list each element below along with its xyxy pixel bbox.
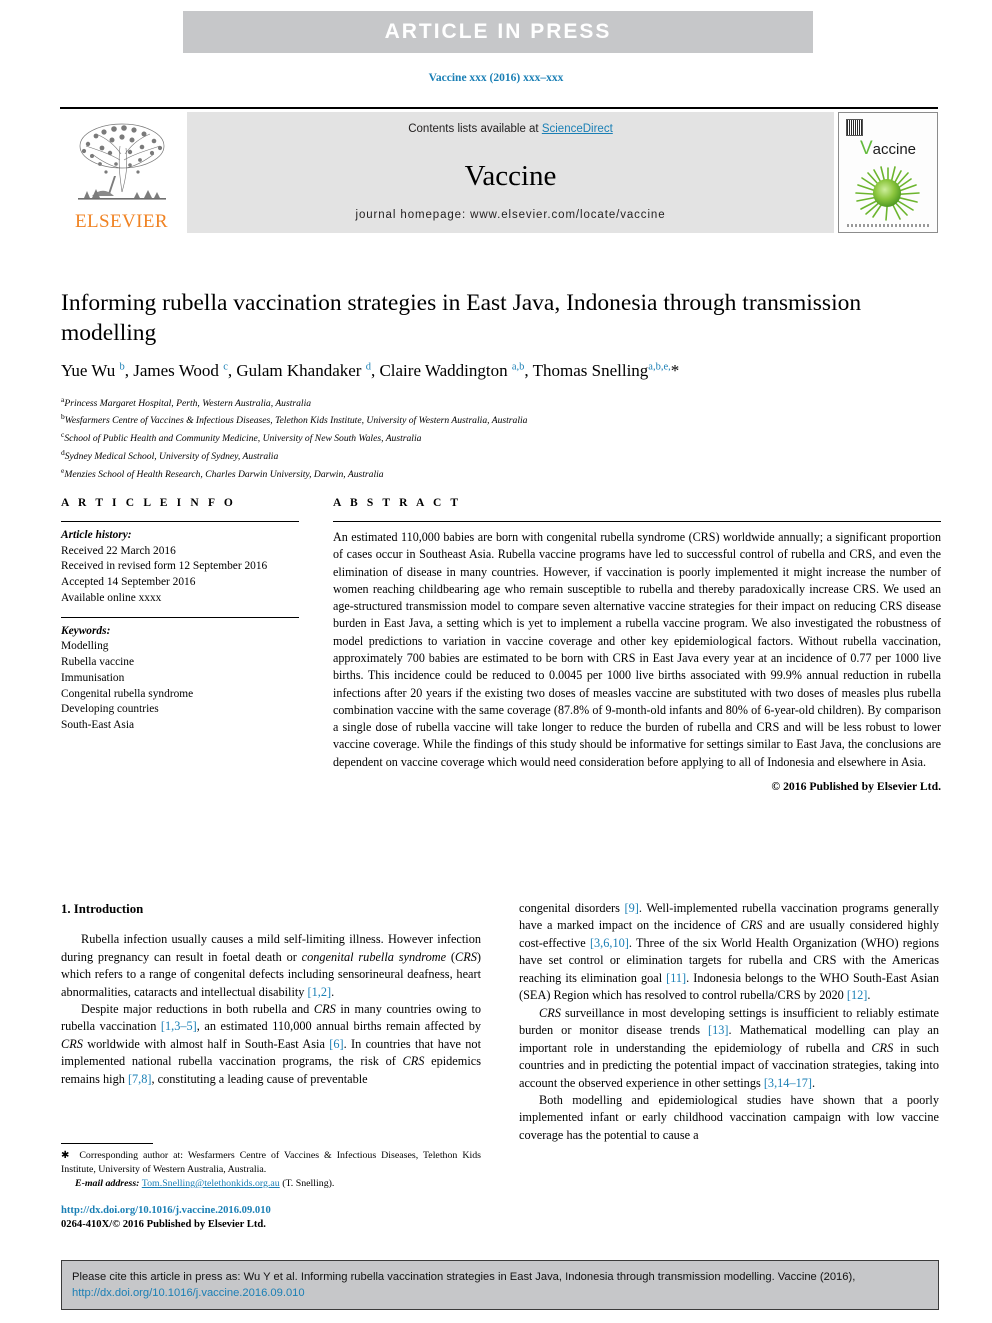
elsevier-tree-icon xyxy=(77,123,166,200)
affiliation-text: Princess Margaret Hospital, Perth, Weste… xyxy=(64,397,312,409)
article-history-block: Article history: Received 22 March 2016 … xyxy=(61,522,299,607)
cover-title-initial: V xyxy=(859,138,873,159)
keyword-item: Modelling xyxy=(61,640,109,653)
article-info-heading: A R T I C L E I N F O xyxy=(61,497,236,509)
abstract-text: An estimated 110,000 babies are born wit… xyxy=(333,530,941,769)
paragraph: Rubella infection usually causes a mild … xyxy=(61,932,481,999)
keyword-item: Developing countries xyxy=(61,703,159,716)
doi-link[interactable]: http://dx.doi.org/10.1016/j.vaccine.2016… xyxy=(61,1205,271,1216)
keyword-item: South-East Asia xyxy=(61,719,135,732)
article-in-press-label: ARTICLE IN PRESS xyxy=(384,20,612,43)
paragraph: CRS surveillance in most developing sett… xyxy=(519,1005,939,1090)
virus-illustration-icon xyxy=(855,166,920,221)
affiliation-text: School of Public Health and Community Me… xyxy=(64,433,422,445)
affiliation-item: bWesfarmers Centre of Vaccines & Infecti… xyxy=(61,411,941,429)
cover-title: Vaccine xyxy=(839,138,937,160)
paragraph: Despite major reductions in both rubella… xyxy=(61,1001,482,1086)
elsevier-logo: ELSEVIER xyxy=(60,112,183,233)
cover-footer-text-lines xyxy=(847,224,929,227)
history-item: Received 22 March 2016 xyxy=(61,544,176,557)
history-item: Available online xxxx xyxy=(61,591,162,604)
journal-masthead: ELSEVIER Contents lists available at Sci… xyxy=(60,107,938,235)
section-title-introduction: 1. Introduction xyxy=(61,902,144,916)
cite-doi-link[interactable]: http://dx.doi.org/10.1016/j.vaccine.2016… xyxy=(72,1287,305,1299)
affiliation-item: dSydney Medical School, University of Sy… xyxy=(61,447,941,465)
page-title: Informing rubella vaccination strategies… xyxy=(61,290,862,347)
history-item: Received in revised form 12 September 20… xyxy=(61,560,268,573)
journal-homepage-line[interactable]: journal homepage: www.elsevier.com/locat… xyxy=(187,209,834,221)
email-link[interactable]: Tom.Snelling@telethonkids.org.au xyxy=(142,1178,280,1189)
cite-text-body: Please cite this article in press as: Wu… xyxy=(72,1271,856,1283)
affiliation-item: eMenzies School of Health Research, Char… xyxy=(61,465,941,483)
author-list: Yue Wu b, James Wood c, Gulam Khandaker … xyxy=(61,361,680,381)
issn-copyright-line: 0264-410X/© 2016 Published by Elsevier L… xyxy=(61,1218,266,1230)
journal-reference-line: Vaccine xxx (2016) xxx–xxx xyxy=(428,72,564,84)
footnote-email-line: E-mail address: Tom.Snelling@telethonkid… xyxy=(61,1177,481,1191)
cite-text: Please cite this article in press as: Wu… xyxy=(72,1269,928,1301)
history-item: Accepted 14 September 2016 xyxy=(61,576,196,589)
contents-panel: Contents lists available at ScienceDirec… xyxy=(187,112,834,233)
affiliation-text: Sydney Medical School, University of Syd… xyxy=(64,451,279,463)
doi-block: http://dx.doi.org/10.1016/j.vaccine.2016… xyxy=(61,1204,481,1232)
title-block: Informing rubella vaccination strategies… xyxy=(61,288,941,482)
contents-lists-line: Contents lists available at ScienceDirec… xyxy=(187,123,834,135)
email-label: E-mail address: xyxy=(75,1177,140,1189)
journal-cover-thumbnail: Vaccine xyxy=(838,112,938,233)
elsevier-wordmark: ELSEVIER xyxy=(75,211,168,232)
keywords-block: Keywords: Modelling Rubella vaccine Immu… xyxy=(61,618,299,734)
keyword-item: Congenital rubella syndrome xyxy=(61,687,194,700)
email-owner: (T. Snelling). xyxy=(279,1177,335,1189)
contents-lists-prefix: Contents lists available at xyxy=(408,123,542,135)
body-columns: 1. Introduction Rubella infection usuall… xyxy=(61,900,941,1230)
footnote-divider xyxy=(61,1143,153,1144)
abstract-copyright: © 2016 Published by Elsevier Ltd. xyxy=(771,779,941,793)
abstract-column: A B S T R A C T An estimated 110,000 bab… xyxy=(333,497,941,793)
affiliation-list: aPrincess Margaret Hospital, Perth, West… xyxy=(61,394,941,483)
affiliation-text: Wesfarmers Centre of Vaccines & Infectio… xyxy=(64,415,528,427)
paragraph: congenital disorders [9]. Well-implement… xyxy=(519,901,939,1003)
affiliation-item: aPrincess Margaret Hospital, Perth, West… xyxy=(61,394,941,412)
article-in-press-banner: ARTICLE IN PRESS xyxy=(183,11,813,53)
body-column-right: congenital disorders [9]. Well-implement… xyxy=(519,900,939,1144)
cover-title-rest: accine xyxy=(872,141,917,158)
keyword-item: Rubella vaccine xyxy=(61,656,135,669)
article-history-label: Article history: xyxy=(61,529,132,541)
affiliation-text: Menzies School of Health Research, Charl… xyxy=(64,468,384,480)
corresponding-author-footnote: ✱ Corresponding author at: Wesfarmers Ce… xyxy=(61,1143,481,1191)
paragraph: Both modelling and epidemiological studi… xyxy=(519,1092,939,1142)
article-info-column: A R T I C L E I N F O Article history: R… xyxy=(61,497,299,734)
journal-name: Vaccine xyxy=(464,160,557,192)
keywords-label: Keywords: xyxy=(61,624,111,637)
barcode-icon xyxy=(846,119,863,136)
sciencedirect-link[interactable]: ScienceDirect xyxy=(542,123,613,135)
keyword-item: Immunisation xyxy=(61,671,125,684)
cite-this-article-box: Please cite this article in press as: Wu… xyxy=(61,1260,939,1310)
footnote-corresponding-author: ✱ Corresponding author at: Wesfarmers Ce… xyxy=(61,1150,481,1175)
body-column-left: 1. Introduction Rubella infection usuall… xyxy=(61,900,482,1189)
affiliation-item: cSchool of Public Health and Community M… xyxy=(61,429,941,447)
abstract-heading: A B S T R A C T xyxy=(333,497,462,509)
